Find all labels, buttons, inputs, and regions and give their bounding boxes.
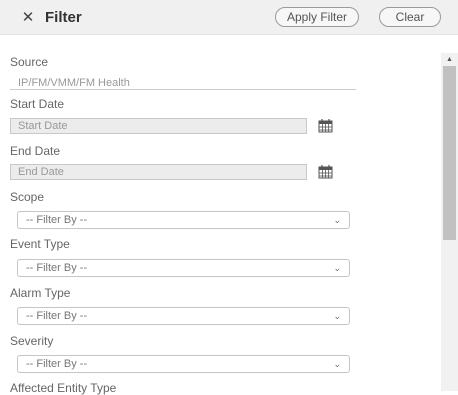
- severity-select-value: -- Filter By --: [26, 358, 88, 370]
- alarm-type-select-value: -- Filter By --: [26, 310, 88, 322]
- start-date-input[interactable]: Start Date: [10, 118, 307, 134]
- calendar-icon[interactable]: [318, 165, 333, 179]
- calendar-icon[interactable]: [318, 119, 333, 133]
- scroll-thumb[interactable]: [443, 66, 456, 240]
- filter-form: Source IP/FM/VMM/FM Health Start Date St…: [0, 35, 440, 395]
- chevron-down-icon: ⌄: [333, 311, 341, 321]
- scroll-up-arrow-icon[interactable]: ▲: [441, 53, 458, 65]
- event-type-label: Event Type: [10, 237, 70, 251]
- scope-select-value: -- Filter By --: [26, 214, 88, 226]
- severity-label: Severity: [10, 334, 54, 348]
- alarm-type-select[interactable]: -- Filter By -- ⌄: [17, 307, 350, 325]
- scrollbar[interactable]: ▲: [441, 53, 458, 391]
- chevron-down-icon: ⌄: [333, 263, 341, 273]
- panel-title: Filter: [45, 9, 82, 26]
- close-icon[interactable]: ✕: [18, 7, 38, 27]
- chevron-down-icon: ⌄: [333, 215, 341, 225]
- chevron-down-icon: ⌄: [333, 359, 341, 369]
- affected-entity-type-label: Affected Entity Type: [10, 381, 117, 395]
- start-date-label: Start Date: [10, 97, 65, 111]
- source-value: IP/FM/VMM/FM Health: [18, 77, 130, 89]
- apply-filter-button[interactable]: Apply Filter: [275, 7, 359, 27]
- event-type-select[interactable]: -- Filter By -- ⌄: [17, 259, 350, 277]
- alarm-type-label: Alarm Type: [10, 286, 71, 300]
- source-underline: [10, 89, 356, 90]
- source-label: Source: [10, 55, 49, 69]
- clear-button[interactable]: Clear: [379, 7, 441, 27]
- end-date-input[interactable]: End Date: [10, 164, 307, 180]
- severity-select[interactable]: -- Filter By -- ⌄: [17, 355, 350, 373]
- event-type-select-value: -- Filter By --: [26, 262, 88, 274]
- scope-label: Scope: [10, 190, 45, 204]
- scope-select[interactable]: -- Filter By -- ⌄: [17, 211, 350, 229]
- filter-header: ✕ Filter Apply Filter Clear: [0, 0, 458, 35]
- end-date-label: End Date: [10, 144, 61, 158]
